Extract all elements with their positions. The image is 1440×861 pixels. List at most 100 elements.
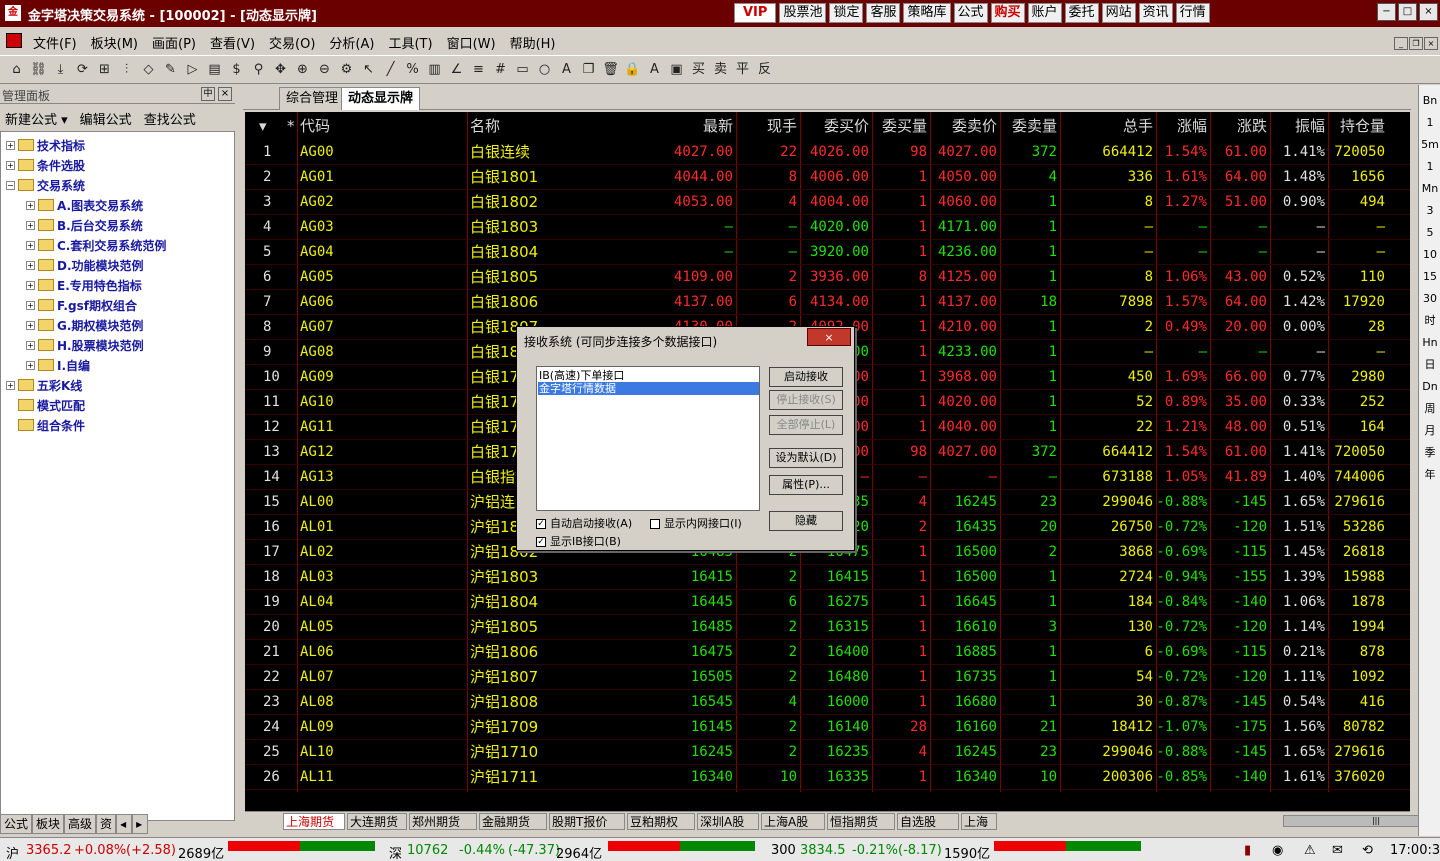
last-volume[interactable]: 2 [789,265,797,289]
expander-icon[interactable]: − [6,180,15,190]
total-volume[interactable]: 200306 [1102,765,1153,789]
bid-price[interactable]: 16400 [827,640,869,664]
total-volume[interactable]: 184 [1128,590,1153,614]
last-price[interactable]: — [725,215,733,239]
last-volume[interactable]: 6 [789,590,797,614]
tree-node[interactable]: + I.自编 [26,356,90,374]
ask-price[interactable]: 16500 [955,540,997,564]
last-price[interactable]: 4044.00 [674,165,733,189]
column-header[interactable]: 代码 [300,114,330,138]
bid-price[interactable]: 16335 [827,765,869,789]
total-volume[interactable]: 52 [1136,390,1153,414]
change[interactable]: — [1259,240,1267,264]
tree-node[interactable]: + E.专用特色指标 [26,276,142,294]
play-icon[interactable]: ▷ [182,60,203,80]
row-number[interactable]: 21 [263,640,280,664]
total-volume[interactable]: — [1145,240,1153,264]
total-volume[interactable]: 2 [1145,315,1153,339]
bid-price[interactable]: 16235 [827,740,869,764]
period-button-0[interactable]: Bn [1419,91,1440,111]
text-icon[interactable]: A [556,60,577,80]
total-volume[interactable]: 7898 [1119,290,1153,314]
amplitude[interactable]: 1.41% [1283,440,1325,464]
row-number[interactable]: 15 [263,490,280,514]
row-number[interactable]: 19 [263,590,280,614]
ask-size[interactable]: 1 [1049,640,1057,664]
amplitude[interactable]: — [1317,215,1325,239]
tab-overview[interactable]: 综合管理 [279,87,346,110]
title-button-7[interactable]: 账户 [1027,3,1062,23]
market-tab-1[interactable]: 大连期货 [347,813,407,830]
open-interest[interactable]: 2980 [1351,365,1385,389]
find-formula-button[interactable]: 查找公式 [144,109,196,128]
symbol-code[interactable]: AG10 [300,390,334,414]
ask-price[interactable]: 4125.00 [938,265,997,289]
symbol-name[interactable]: 沪铝1806 [470,640,538,664]
change[interactable]: 20.00 [1225,315,1267,339]
mdi-restore-button[interactable]: ❐ [1409,37,1423,50]
amplitude[interactable]: 0.52% [1283,265,1325,289]
ruler-icon[interactable]: ▥ [424,60,445,80]
ask-price[interactable]: 4060.00 [938,190,997,214]
period-button-11[interactable]: Hn [1419,333,1440,353]
bid-price[interactable]: 16000 [827,690,869,714]
open-interest[interactable]: 720050 [1334,440,1385,464]
globe-icon[interactable]: ◉ [1272,843,1283,858]
row-number[interactable]: 3 [263,190,271,214]
title-button-4[interactable]: 策略库 [903,3,951,23]
symbol-code[interactable]: AG09 [300,365,334,389]
title-button-1[interactable]: 股票池 [779,3,827,23]
menu-item-1[interactable]: 板块(M) [91,33,138,52]
ask-price[interactable]: 3968.00 [938,365,997,389]
change-pct[interactable]: 1.21% [1165,415,1207,439]
amplitude[interactable]: 1.11% [1283,665,1325,689]
symbol-name[interactable]: 白银1803 [470,215,538,239]
amplitude[interactable]: 0.90% [1283,190,1325,214]
open-interest[interactable]: 17920 [1343,290,1385,314]
row-number[interactable]: 14 [263,465,280,489]
lock-icon[interactable]: 🔒 [622,60,643,80]
edit-formula-button[interactable]: 编辑公式 [80,109,132,128]
bid-size[interactable]: 1 [919,540,927,564]
last-price[interactable]: 4137.00 [674,290,733,314]
stop-all-button[interactable]: 全部停止(L) [769,415,843,435]
row-number[interactable]: 10 [263,365,280,389]
ask-size[interactable]: 2 [1049,540,1057,564]
change-pct[interactable]: 0.49% [1165,315,1207,339]
properties-button[interactable]: 属性(P)... [769,475,843,495]
ask-price[interactable]: 16160 [955,715,997,739]
tree-node[interactable]: + 条件选股 [6,156,85,174]
ask-price[interactable]: 16610 [955,615,997,639]
title-button-3[interactable]: 客服 [866,3,901,23]
column-header[interactable]: 现手 [767,114,797,138]
ask-size[interactable]: 1 [1049,590,1057,614]
period-button-14[interactable]: 周 [1419,399,1440,419]
show-ib-checkbox[interactable]: ✓ 显示IB接口(B) [536,535,621,549]
row-number[interactable]: 4 [263,215,271,239]
change[interactable]: -145 [1233,740,1267,764]
open-interest[interactable]: 416 [1360,690,1385,714]
amplitude[interactable]: 0.77% [1283,365,1325,389]
period-button-8[interactable]: 15 [1419,267,1440,287]
last-volume[interactable]: 2 [789,715,797,739]
bid-size[interactable]: 4 [919,490,927,514]
total-volume[interactable]: 299046 [1102,740,1153,764]
change[interactable]: -115 [1233,540,1267,564]
row-number[interactable]: 1 [263,140,271,164]
title-button-6[interactable]: 购买 [990,3,1025,23]
title-button-9[interactable]: 网站 [1101,3,1136,23]
refresh-icon[interactable]: ⟳ [72,60,93,80]
symbol-code[interactable]: AL02 [300,540,334,564]
ask-price[interactable]: 4236.00 [938,240,997,264]
change-pct[interactable]: 1.57% [1165,290,1207,314]
change-pct[interactable]: — [1199,240,1207,264]
column-header[interactable]: 名称 [470,114,500,138]
period-button-13[interactable]: Dn [1419,377,1440,397]
change[interactable]: 61.00 [1225,140,1267,164]
message-icon[interactable]: ✉ [1332,843,1343,858]
rect-icon[interactable]: ▭ [512,60,533,80]
row-number[interactable]: 23 [263,690,280,714]
amplitude[interactable]: 1.65% [1283,740,1325,764]
ask-price[interactable]: 16245 [955,490,997,514]
open-interest[interactable]: 1092 [1351,665,1385,689]
